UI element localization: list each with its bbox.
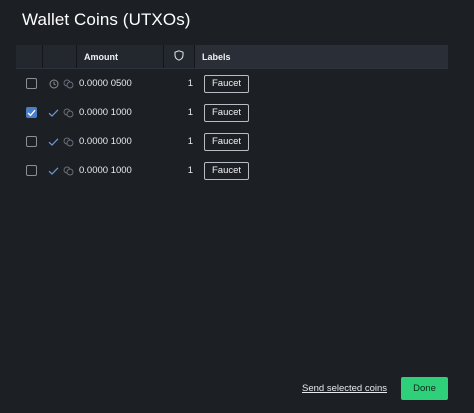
row-anonymity-count: 1 [187, 78, 193, 89]
table-row[interactable]: 0.0000 1000 1 Faucet [16, 156, 448, 185]
label-tag[interactable]: Faucet [204, 132, 250, 151]
coins-icon [63, 165, 74, 176]
table-header: Amount Labels [16, 45, 448, 69]
utxo-table: Amount Labels 0.0000 0500 1 Faucet 0.0000 1… [16, 45, 448, 185]
check-icon [48, 165, 59, 176]
row-select-cell [16, 127, 43, 156]
coins-icon [63, 78, 74, 89]
table-row[interactable]: 0.0000 0500 1 Faucet [16, 69, 448, 98]
row-checkbox[interactable] [26, 107, 37, 118]
clock-icon [48, 78, 59, 89]
label-tag[interactable]: Faucet [204, 161, 250, 180]
row-labels-cell: Faucet [195, 98, 448, 127]
table-row[interactable]: 0.0000 1000 1 Faucet [16, 127, 448, 156]
header-anonymity[interactable] [164, 45, 195, 68]
check-icon [48, 136, 59, 147]
header-status [43, 45, 77, 68]
row-labels-cell: Faucet [195, 127, 448, 156]
done-button[interactable]: Done [401, 377, 448, 400]
dialog-title: Wallet Coins (UTXOs) [22, 10, 191, 29]
row-checkbox[interactable] [26, 136, 37, 147]
label-tag[interactable]: Faucet [204, 74, 250, 93]
row-status-cell [43, 156, 77, 185]
coins-icon [63, 136, 74, 147]
coins-icon [63, 107, 74, 118]
row-amount: 0.0000 1000 [79, 107, 132, 118]
check-icon [48, 107, 59, 118]
header-labels[interactable]: Labels [195, 45, 448, 68]
row-select-cell [16, 156, 43, 185]
send-selected-coins-link[interactable]: Send selected coins [302, 383, 387, 394]
header-amount[interactable]: Amount [77, 45, 164, 68]
row-labels-cell: Faucet [195, 69, 448, 98]
shield-icon [174, 50, 184, 63]
label-tag[interactable]: Faucet [204, 103, 250, 122]
row-amount: 0.0000 1000 [79, 136, 132, 147]
row-select-cell [16, 98, 43, 127]
row-select-cell [16, 69, 43, 98]
table-body: 0.0000 0500 1 Faucet 0.0000 1000 1 Faucet 0.00… [16, 69, 448, 185]
header-select [16, 45, 43, 68]
row-checkbox[interactable] [26, 78, 37, 89]
row-amount: 0.0000 0500 [79, 78, 132, 89]
row-status-cell [43, 127, 77, 156]
row-checkbox[interactable] [26, 165, 37, 176]
table-row[interactable]: 0.0000 1000 1 Faucet [16, 98, 448, 127]
row-anonymity-count: 1 [187, 107, 193, 118]
row-labels-cell: Faucet [195, 156, 448, 185]
row-amount: 0.0000 1000 [79, 165, 132, 176]
row-anonymity-count: 1 [187, 165, 193, 176]
row-status-cell [43, 69, 77, 98]
row-anonymity-count: 1 [187, 136, 193, 147]
row-status-cell [43, 98, 77, 127]
